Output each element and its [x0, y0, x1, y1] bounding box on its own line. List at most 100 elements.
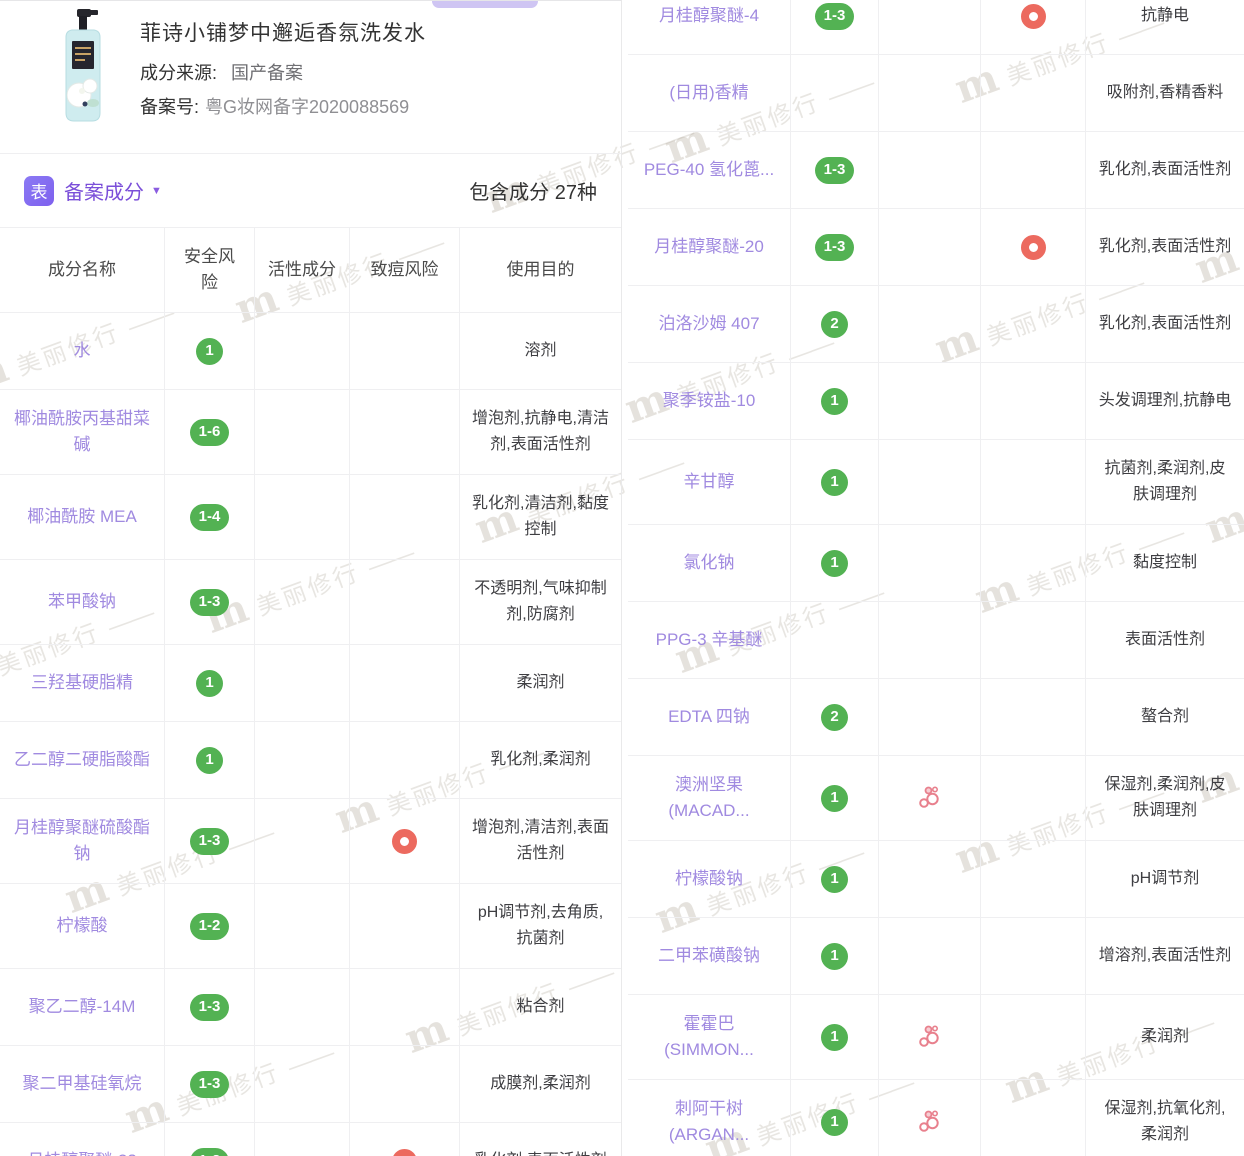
table-row[interactable]: 聚季铵盐-10 1 头发调理剂,抗静电 [628, 363, 1244, 440]
purpose-cell: 螯合剂 [1086, 679, 1244, 755]
purpose-cell: 柔润剂 [1086, 995, 1244, 1079]
safety-cell: 1 [165, 722, 255, 798]
safety-risk-badge: 1 [196, 338, 223, 365]
active-cell [879, 679, 981, 755]
acne-cell [350, 475, 460, 559]
acne-cell [981, 363, 1086, 439]
purpose-cell: 柔润剂 [460, 645, 621, 721]
ingredient-name-link[interactable]: 月桂醇聚醚硫酸酯钠 [0, 799, 165, 883]
table-row[interactable]: (日用)香精 吸附剂,香精香料 [628, 55, 1244, 132]
acne-cell [981, 918, 1086, 994]
safety-cell: 1 [791, 756, 879, 840]
table-row[interactable]: PEG-40 氢化蓖... 1-3 乳化剂,表面活性剂 [628, 132, 1244, 209]
active-cell [879, 602, 981, 678]
safety-cell: 1-3 [791, 0, 879, 54]
active-cell [879, 995, 981, 1079]
active-cell [879, 55, 981, 131]
ingredient-name-link[interactable]: 乙二醇二硬脂酸酯 [0, 722, 165, 798]
acne-cell [981, 55, 1086, 131]
table-row[interactable]: 椰油酰胺 MEA 1-4 乳化剂,清洁剂,黏度控制 [0, 475, 621, 560]
table-row[interactable]: 刺阿干树 (ARGAN... 1 保湿剂,抗氧化剂,柔润剂 [628, 1080, 1244, 1156]
active-cell [879, 440, 981, 524]
ingredient-name-link[interactable]: PPG-3 辛基醚 [628, 602, 791, 678]
table-row[interactable]: 三羟基硬脂精 1 柔润剂 [0, 645, 621, 722]
ingredient-name-link[interactable]: 二甲苯磺酸钠 [628, 918, 791, 994]
active-cell [255, 969, 350, 1045]
acne-risk-icon [392, 1149, 417, 1156]
ingredient-name-link[interactable]: PEG-40 氢化蓖... [628, 132, 791, 208]
table-row[interactable]: 聚乙二醇-14M 1-3 粘合剂 [0, 969, 621, 1046]
table-row[interactable]: 月桂醇聚醚硫酸酯钠 1-3 增泡剂,清洁剂,表面活性剂 [0, 799, 621, 884]
safety-risk-badge: 1 [821, 469, 848, 496]
table-row[interactable]: 泊洛沙姆 407 2 乳化剂,表面活性剂 [628, 286, 1244, 363]
table-row[interactable]: 水 1 溶剂 [0, 313, 621, 390]
ingredient-name-link[interactable]: 苯甲酸钠 [0, 560, 165, 644]
left-panel: 菲诗小铺梦中邂逅香氛洗发水 成分来源:国产备案 备案号:粤G妆网备字202008… [0, 0, 622, 1156]
safety-risk-badge: 2 [821, 311, 848, 338]
table-row[interactable]: 月桂醇聚醚-4 1-3 抗静电 [628, 0, 1244, 55]
table-row[interactable]: 辛甘醇 1 抗菌剂,柔润剂,皮肤调理剂 [628, 440, 1244, 525]
safety-cell: 1-3 [165, 799, 255, 883]
ingredient-name-link[interactable]: EDTA 四钠 [628, 679, 791, 755]
ingredient-name-link[interactable]: 霍霍巴 (SIMMON... [628, 995, 791, 1079]
tab-registered-ingredients[interactable]: 表 备案成分 ▼ [24, 176, 162, 206]
active-ingredient-icon [916, 1023, 944, 1051]
ingredient-name-link[interactable]: 水 [0, 313, 165, 389]
ingredient-name-link[interactable]: 澳洲坚果 (MACAD... [628, 756, 791, 840]
safety-cell: 1 [165, 645, 255, 721]
table-row[interactable]: 霍霍巴 (SIMMON... 1 柔润剂 [628, 995, 1244, 1080]
active-cell [255, 722, 350, 798]
table-row[interactable]: 氯化钠 1 黏度控制 [628, 525, 1244, 602]
table-row[interactable]: PPG-3 辛基醚 表面活性剂 [628, 602, 1244, 679]
acne-cell [350, 799, 460, 883]
header-cell: 安全风险 [165, 228, 255, 312]
ingredient-name-link[interactable]: 椰油酰胺丙基甜菜碱 [0, 390, 165, 474]
active-cell [255, 645, 350, 721]
acne-cell [350, 1046, 460, 1122]
active-ingredient-icon [916, 784, 944, 812]
active-cell [879, 209, 981, 285]
ingredient-name-link[interactable]: 辛甘醇 [628, 440, 791, 524]
purpose-cell: 保湿剂,抗氧化剂,柔润剂 [1086, 1080, 1244, 1156]
ingredient-name-link[interactable]: 聚乙二醇-14M [0, 969, 165, 1045]
active-cell [255, 313, 350, 389]
table-row[interactable]: 聚二甲基硅氧烷 1-3 成膜剂,柔润剂 [0, 1046, 621, 1123]
ingredient-name-link[interactable]: 月桂醇聚醚-23 [0, 1123, 165, 1156]
acne-cell [981, 602, 1086, 678]
ingredient-name-link[interactable]: (日用)香精 [628, 55, 791, 131]
table-row[interactable]: 乙二醇二硬脂酸酯 1 乳化剂,柔润剂 [0, 722, 621, 799]
ingredient-name-link[interactable]: 月桂醇聚醚-20 [628, 209, 791, 285]
acne-cell [981, 440, 1086, 524]
product-image[interactable] [52, 7, 108, 130]
ingredient-name-link[interactable]: 柠檬酸 [0, 884, 165, 968]
ingredient-name-link[interactable]: 聚季铵盐-10 [628, 363, 791, 439]
acne-cell [350, 390, 460, 474]
table-row[interactable]: 柠檬酸 1-2 pH调节剂,去角质,抗菌剂 [0, 884, 621, 969]
safety-risk-badge: 1 [821, 1024, 848, 1051]
safety-risk-badge: 1-3 [815, 3, 855, 30]
chevron-down-icon: ▼ [151, 185, 162, 197]
table-row[interactable]: 二甲苯磺酸钠 1 增溶剂,表面活性剂 [628, 918, 1244, 995]
ingredient-name-link[interactable]: 泊洛沙姆 407 [628, 286, 791, 362]
purpose-cell: pH调节剂 [1086, 841, 1244, 917]
ingredient-name-link[interactable]: 月桂醇聚醚-4 [628, 0, 791, 54]
table-row[interactable]: 月桂醇聚醚-23 1-3 乳化剂,表面活性剂 [0, 1123, 621, 1156]
safety-risk-badge: 1-3 [190, 1071, 230, 1098]
table-row[interactable]: 月桂醇聚醚-20 1-3 乳化剂,表面活性剂 [628, 209, 1244, 286]
safety-risk-badge: 2 [821, 704, 848, 731]
table-row[interactable]: 澳洲坚果 (MACAD... 1 保湿剂,柔润剂,皮肤调理剂 [628, 756, 1244, 841]
acne-risk-icon [392, 829, 417, 854]
ingredient-name-link[interactable]: 三羟基硬脂精 [0, 645, 165, 721]
table-row[interactable]: EDTA 四钠 2 螯合剂 [628, 679, 1244, 756]
ingredient-name-link[interactable]: 柠檬酸钠 [628, 841, 791, 917]
ingredient-name-link[interactable]: 氯化钠 [628, 525, 791, 601]
table-row[interactable]: 椰油酰胺丙基甜菜碱 1-6 增泡剂,抗静电,清洁剂,表面活性剂 [0, 390, 621, 475]
ingredient-name-link[interactable]: 椰油酰胺 MEA [0, 475, 165, 559]
table-row[interactable]: 苯甲酸钠 1-3 不透明剂,气味抑制剂,防腐剂 [0, 560, 621, 645]
ingredient-name-link[interactable]: 刺阿干树 (ARGAN... [628, 1080, 791, 1156]
acne-cell [350, 560, 460, 644]
source-label: 成分来源: [140, 63, 217, 83]
table-row[interactable]: 柠檬酸钠 1 pH调节剂 [628, 841, 1244, 918]
active-cell [879, 286, 981, 362]
ingredient-name-link[interactable]: 聚二甲基硅氧烷 [0, 1046, 165, 1122]
